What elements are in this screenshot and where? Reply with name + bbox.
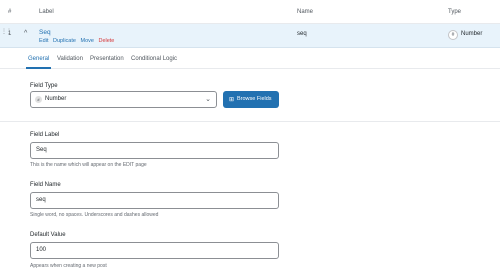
default-value-help: Appears when creating a new post xyxy=(30,263,107,269)
duplicate-link[interactable]: Duplicate xyxy=(53,38,76,44)
field-label-help: This is the name which will appear on th… xyxy=(30,162,147,168)
browse-fields-button[interactable]: ⊞ Browse Fields xyxy=(223,91,279,108)
active-tab-indicator xyxy=(26,67,51,69)
delete-link[interactable]: Delete xyxy=(98,38,114,44)
settings-tabs: General Validation Presentation Conditio… xyxy=(0,48,500,69)
browse-fields-label: Browse Fields xyxy=(237,96,272,102)
hash-icon: # xyxy=(448,30,458,40)
row-actions: Edit Duplicate Move Delete xyxy=(39,38,117,44)
column-header-order: # xyxy=(8,9,12,15)
field-name-value: seq xyxy=(297,31,307,37)
field-type-selected: Number xyxy=(45,96,67,102)
drag-handle-icon[interactable]: ⋮⋮ xyxy=(1,29,12,40)
number-type-icon: # xyxy=(35,96,42,103)
field-type-label: Field Type xyxy=(30,83,58,89)
chevron-down-icon: ⌄ xyxy=(205,96,211,103)
field-name-title: Field Name xyxy=(30,182,61,188)
tab-presentation[interactable]: Presentation xyxy=(90,56,124,62)
default-value-input[interactable]: 100 xyxy=(30,242,279,259)
field-label-input[interactable]: Seq xyxy=(30,142,279,159)
column-header-type: Type xyxy=(448,9,462,15)
grid-icon: ⊞ xyxy=(229,97,235,103)
field-label-title: Field Label xyxy=(30,132,60,138)
field-row-seq[interactable]: ⋮⋮ 1 ^ Seq Edit Duplicate Move Delete se… xyxy=(0,24,500,48)
field-type-select[interactable]: # Number ⌄ xyxy=(30,91,217,108)
field-name-help: Single word, no spaces. Underscores and … xyxy=(30,212,159,218)
chevron-up-icon[interactable]: ^ xyxy=(24,30,32,38)
tab-validation[interactable]: Validation xyxy=(57,56,83,62)
default-value-input-value: 100 xyxy=(36,247,47,253)
field-type-value: Number xyxy=(461,31,483,37)
field-order: 1 xyxy=(8,31,12,37)
field-name-input-value: seq xyxy=(36,197,46,203)
fields-table-header: # Label Name Type xyxy=(0,0,500,24)
move-link[interactable]: Move xyxy=(80,38,93,44)
default-value-title: Default Value xyxy=(30,232,66,238)
tab-general[interactable]: General xyxy=(28,56,49,62)
column-header-label: Label xyxy=(39,9,54,15)
section-divider xyxy=(0,121,500,122)
field-label-link[interactable]: Seq xyxy=(39,29,51,36)
field-label-input-value: Seq xyxy=(36,147,47,153)
edit-link[interactable]: Edit xyxy=(39,38,48,44)
tab-conditional-logic[interactable]: Conditional Logic xyxy=(131,56,177,62)
field-name-input[interactable]: seq xyxy=(30,192,279,209)
column-header-name: Name xyxy=(297,9,314,15)
